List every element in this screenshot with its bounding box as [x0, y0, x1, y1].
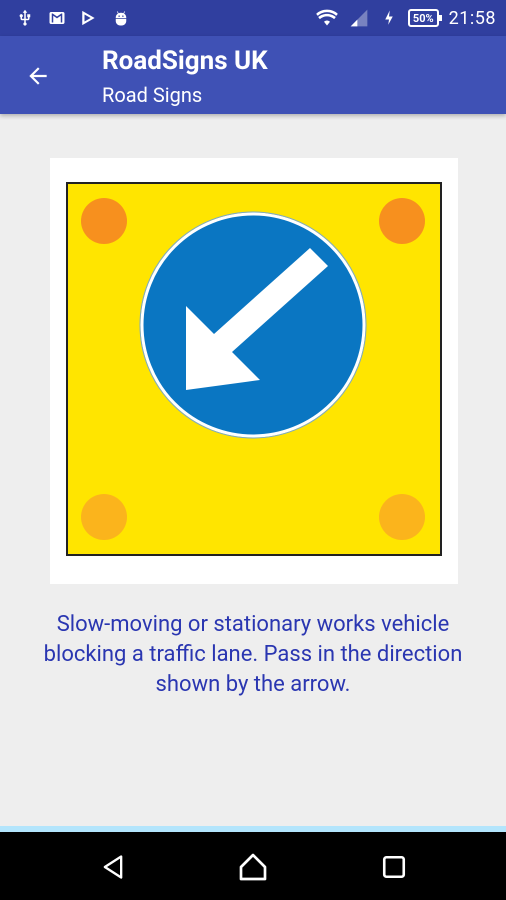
usb-icon — [19, 9, 31, 26]
gmail-icon — [49, 12, 65, 24]
android-debug-icon — [115, 11, 127, 26]
nav-home-icon — [239, 853, 267, 881]
nav-home-button[interactable] — [236, 850, 270, 884]
app-title: RoadSigns UK — [102, 46, 268, 76]
nav-back-button[interactable] — [96, 850, 130, 884]
app-bar: RoadSigns UK Road Signs — [0, 36, 506, 114]
nav-recents-button[interactable] — [377, 850, 411, 884]
sign-description: Slow-moving or stationary works vehicle … — [43, 612, 463, 697]
sign-lamp-top-right — [379, 198, 425, 244]
keep-left-works-vehicle-sign-icon — [66, 182, 442, 556]
signal-icon — [350, 9, 368, 27]
sign-lamp-top-left — [81, 198, 127, 244]
charging-icon — [385, 10, 393, 25]
play-store-icon — [82, 10, 95, 26]
status-time: 21:58 — [448, 7, 496, 29]
wifi-icon — [316, 9, 338, 26]
sign-lamp-bottom-right — [379, 494, 425, 540]
battery-icon: 50% — [407, 9, 442, 27]
navigation-bar — [0, 832, 506, 900]
arrow-back-icon — [29, 67, 47, 85]
nav-back-icon — [103, 855, 123, 879]
back-button[interactable] — [18, 56, 58, 96]
status-right-icons: 50% 21:58 — [316, 8, 496, 29]
status-left-icons — [16, 9, 130, 27]
status-bar: 50% 21:58 — [0, 0, 506, 36]
app-subtitle: Road Signs — [102, 83, 203, 107]
sign-image-card — [50, 158, 458, 584]
nav-recents-icon — [382, 855, 406, 879]
sign-lamp-bottom-left — [81, 494, 127, 540]
